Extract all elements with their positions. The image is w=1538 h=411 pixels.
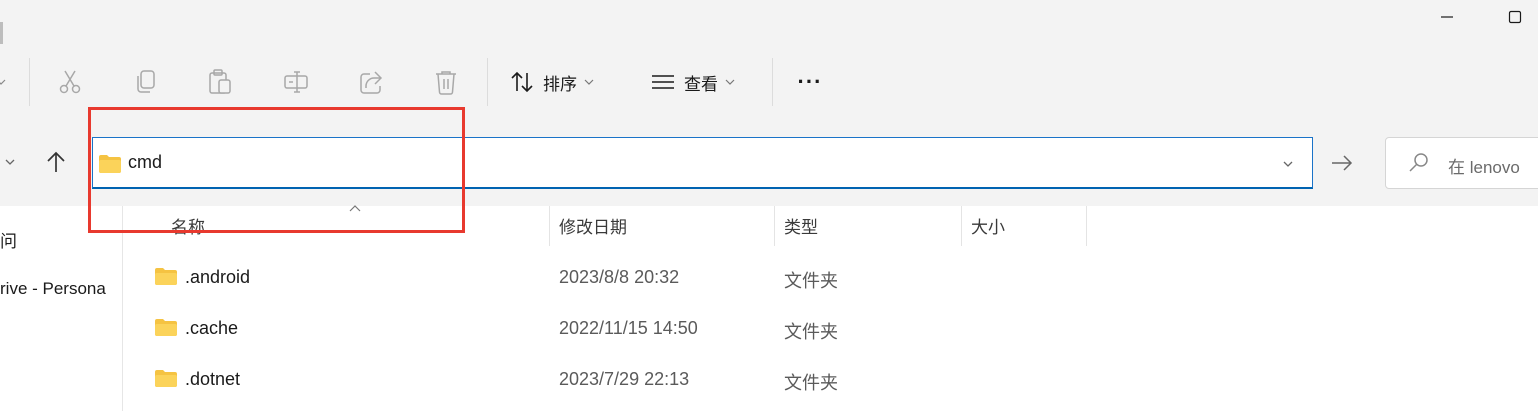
toolbar-separator [487, 58, 488, 106]
address-bar[interactable]: cmd [92, 137, 1313, 189]
chevron-down-icon [0, 79, 6, 85]
search-box[interactable]: 在 lenovo [1385, 137, 1538, 189]
column-header-modified[interactable]: 修改日期 [559, 213, 627, 238]
rename-icon [284, 71, 308, 93]
sort-ascending-indicator [349, 205, 361, 212]
sort-button[interactable]: 排序 [509, 62, 595, 102]
folder-icon [99, 155, 121, 173]
paste-button[interactable] [200, 62, 240, 102]
title-bar [0, 0, 1538, 50]
chevron-down-icon [5, 159, 15, 165]
sort-label: 排序 [543, 74, 577, 94]
up-button[interactable] [40, 148, 72, 176]
folder-icon [155, 370, 177, 387]
paste-icon [209, 69, 231, 94]
go-button[interactable] [1326, 147, 1358, 179]
delete-icon [436, 71, 456, 95]
column-divider[interactable] [549, 206, 550, 246]
file-type: 文件夹 [784, 271, 838, 291]
maximize-icon [1508, 10, 1522, 24]
rename-button[interactable] [276, 62, 316, 102]
search-icon [1409, 153, 1428, 172]
folder-icon [155, 319, 177, 336]
chevron-down-icon[interactable] [1281, 157, 1295, 171]
minimize-button[interactable] [1424, 0, 1470, 34]
recent-locations-button[interactable] [2, 152, 18, 172]
toolbar-separator [772, 58, 773, 106]
copy-button[interactable] [126, 62, 166, 102]
share-button[interactable] [351, 62, 391, 102]
file-name: .cache [185, 318, 239, 338]
file-modified: 2023/8/8 20:32 [559, 267, 680, 287]
arrow-right-icon [1332, 155, 1353, 171]
column-header-name[interactable]: 名称 [171, 213, 205, 238]
column-header-size[interactable]: 大小 [971, 213, 1005, 238]
cut-icon [59, 70, 81, 94]
toolbar-separator [29, 58, 30, 106]
view-icon [652, 75, 674, 89]
maximize-button[interactable] [1492, 0, 1538, 34]
column-divider[interactable] [774, 206, 775, 246]
sidebar-item-quick-access[interactable]: 问 [0, 227, 17, 252]
share-icon [360, 71, 383, 94]
file-name: .dotnet [185, 369, 241, 389]
more-icon: ··· [797, 69, 823, 94]
more-options-button[interactable]: ··· [792, 62, 828, 102]
chevron-down-icon [725, 79, 735, 85]
chevron-down-icon [584, 79, 594, 85]
delete-button[interactable] [426, 62, 466, 102]
column-divider[interactable] [961, 206, 962, 246]
cut-button[interactable] [50, 62, 90, 102]
sidebar-item-onedrive[interactable]: rive - Persona [0, 279, 106, 299]
minimize-icon [1441, 16, 1453, 18]
view-button[interactable]: 查看 [650, 62, 736, 102]
folder-icon [155, 268, 177, 285]
arrow-up-icon [47, 151, 65, 172]
column-header-type[interactable]: 类型 [784, 213, 818, 238]
file-type: 文件夹 [784, 373, 838, 393]
file-type: 文件夹 [784, 322, 838, 342]
window-icon-stub [0, 22, 3, 44]
new-button-stub[interactable] [0, 72, 8, 92]
column-divider[interactable] [1086, 206, 1087, 246]
view-label: 查看 [684, 74, 718, 94]
navigation-pane: 问 rive - Persona [0, 206, 122, 411]
file-name: .android [185, 267, 251, 287]
search-input[interactable]: 在 lenovo [1448, 153, 1520, 178]
sort-icon [511, 71, 533, 93]
address-path: cmd [128, 152, 163, 172]
copy-icon [137, 70, 155, 93]
file-modified: 2023/7/29 22:13 [559, 369, 690, 389]
file-modified: 2022/11/15 14:50 [559, 318, 698, 338]
command-bar: 排序 查看 ··· [0, 50, 1538, 116]
